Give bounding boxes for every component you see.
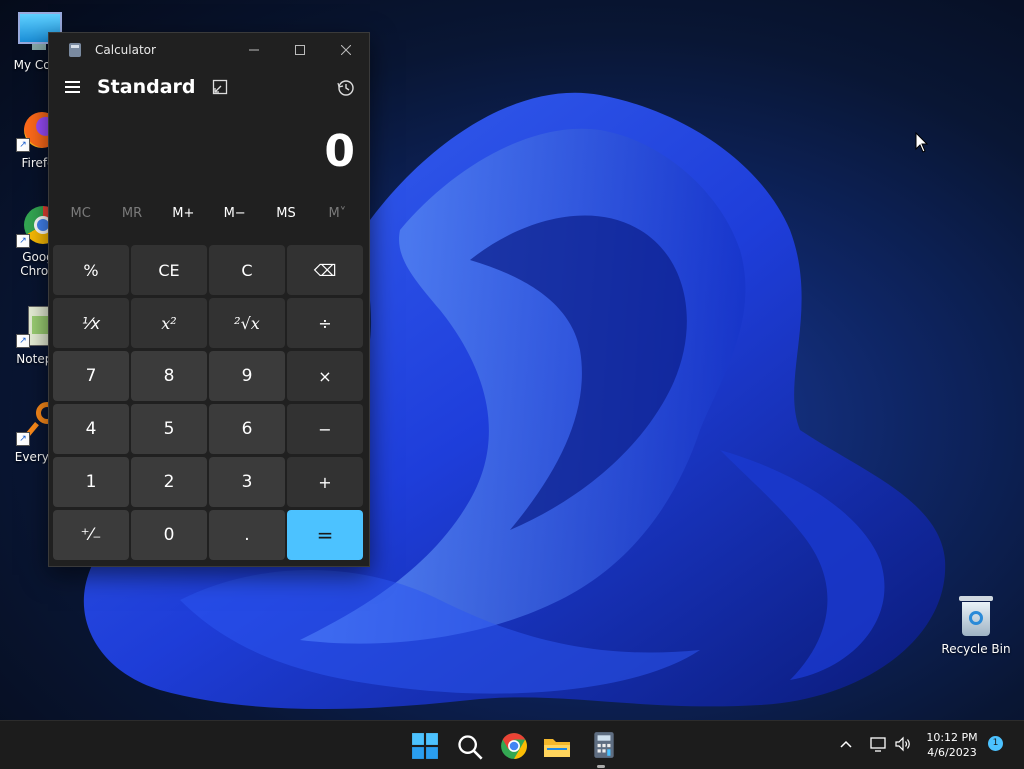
- history-icon[interactable]: [337, 79, 355, 97]
- memory-store-button[interactable]: MS: [260, 197, 311, 231]
- calculator-app-icon: [69, 43, 81, 57]
- keypad: % CE C ⌫ ¹⁄x x² ²√x ÷ 7 8 9 × 4 5 6 − 1 …: [53, 245, 365, 560]
- recycle-bin-icon: [959, 596, 993, 636]
- digit-8-button[interactable]: 8: [131, 351, 207, 401]
- memory-add-button[interactable]: M+: [158, 197, 209, 231]
- shortcut-arrow-icon: ↗: [16, 234, 30, 248]
- multiply-button[interactable]: ×: [287, 351, 363, 401]
- digit-5-button[interactable]: 5: [131, 404, 207, 454]
- square-button[interactable]: x²: [131, 298, 207, 348]
- digit-1-button[interactable]: 1: [53, 457, 129, 507]
- memory-subtract-button[interactable]: M−: [209, 197, 260, 231]
- calculator-taskbar-icon[interactable]: [590, 731, 618, 759]
- calculator-mode-title: Standard: [97, 76, 196, 98]
- digit-0-button[interactable]: 0: [131, 510, 207, 560]
- taskbar-clock[interactable]: 10:12 PM 4/6/2023: [920, 730, 984, 760]
- chevron-up-icon[interactable]: [840, 739, 852, 751]
- digit-3-button[interactable]: 3: [209, 457, 285, 507]
- taskbar: 10:12 PM 4/6/2023: [0, 720, 1024, 769]
- shortcut-arrow-icon: ↗: [16, 334, 30, 348]
- clock-time: 10:12 PM: [926, 731, 978, 744]
- close-icon: [341, 45, 351, 55]
- window-title: Calculator: [95, 43, 156, 57]
- maximize-icon: [295, 45, 305, 55]
- negate-button[interactable]: ⁺⁄₋: [53, 510, 129, 560]
- desktop-icon-recycle-bin[interactable]: Recycle Bin: [940, 596, 1012, 656]
- digit-9-button[interactable]: 9: [209, 351, 285, 401]
- backspace-button[interactable]: ⌫: [287, 245, 363, 295]
- shortcut-arrow-icon: ↗: [16, 138, 30, 152]
- digit-4-button[interactable]: 4: [53, 404, 129, 454]
- clear-button[interactable]: C: [209, 245, 285, 295]
- divide-button[interactable]: ÷: [287, 298, 363, 348]
- add-button[interactable]: +: [287, 457, 363, 507]
- clock-date: 4/6/2023: [927, 746, 977, 759]
- search-icon[interactable]: [456, 733, 484, 761]
- calculator-window[interactable]: Calculator Standard 0 MC MR M+ M− MS M˅ …: [48, 32, 370, 567]
- decimal-point-button[interactable]: .: [209, 510, 285, 560]
- digit-7-button[interactable]: 7: [53, 351, 129, 401]
- clear-entry-button[interactable]: CE: [131, 245, 207, 295]
- digit-2-button[interactable]: 2: [131, 457, 207, 507]
- shortcut-arrow-icon: ↗: [16, 432, 30, 446]
- result-display: 0: [324, 126, 355, 177]
- title-bar[interactable]: Calculator: [49, 33, 369, 67]
- minimize-button[interactable]: [231, 33, 277, 67]
- memory-row: MC MR M+ M− MS M˅: [49, 197, 369, 231]
- memory-recall-button[interactable]: MR: [106, 197, 157, 231]
- memory-list-button[interactable]: M˅: [312, 197, 363, 231]
- subtract-button[interactable]: −: [287, 404, 363, 454]
- close-button[interactable]: [323, 33, 369, 67]
- windows-start-icon[interactable]: [411, 732, 439, 760]
- minimize-icon: [249, 49, 259, 51]
- network-icon[interactable]: [870, 736, 888, 752]
- file-explorer-icon[interactable]: [543, 733, 571, 761]
- navigation-menu-button[interactable]: [65, 81, 81, 93]
- memory-clear-button[interactable]: MC: [55, 197, 106, 231]
- maximize-button[interactable]: [277, 33, 323, 67]
- digit-6-button[interactable]: 6: [209, 404, 285, 454]
- mouse-cursor-icon: [915, 132, 929, 153]
- chrome-taskbar-icon[interactable]: [500, 732, 528, 760]
- volume-icon[interactable]: [894, 736, 912, 752]
- square-root-button[interactable]: ²√x: [209, 298, 285, 348]
- equals-button[interactable]: =: [287, 510, 363, 560]
- keep-on-top-icon[interactable]: [212, 79, 228, 95]
- reciprocal-button[interactable]: ¹⁄x: [53, 298, 129, 348]
- percent-button[interactable]: %: [53, 245, 129, 295]
- notification-badge[interactable]: 1: [988, 736, 1003, 751]
